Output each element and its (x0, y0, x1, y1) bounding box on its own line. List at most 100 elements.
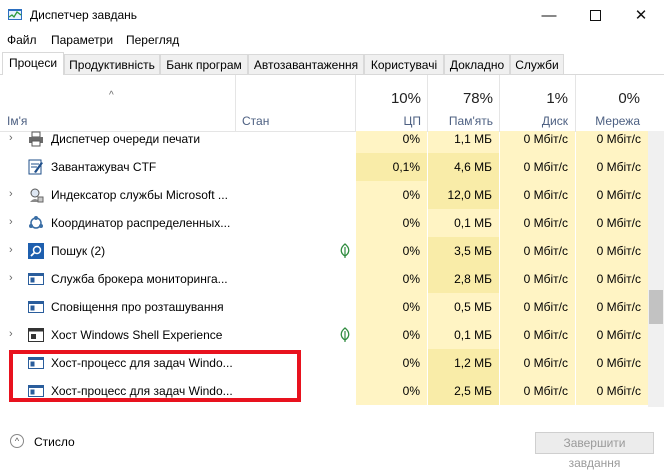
cpu-cell: 0% (356, 293, 427, 321)
cpu-total-value: 10% (390, 90, 421, 107)
disk-total-value: 1% (546, 90, 568, 107)
title-bar: Диспетчер завдань — ✕ (0, 0, 664, 30)
minimize-icon: — (541, 6, 557, 24)
scrollbar-thumb[interactable] (649, 290, 663, 324)
task-manager-icon (8, 9, 22, 20)
column-memory-header[interactable]: Пам'ять (428, 114, 493, 128)
sort-arrow-icon[interactable]: ^ (109, 90, 114, 101)
table-row[interactable]: › Хост Windows Shell Experience 0% 0,1 М… (0, 321, 648, 349)
memory-cell: 0,5 МБ (428, 293, 499, 321)
menu-view[interactable]: Перегляд (126, 33, 179, 47)
ctf-loader-icon (28, 159, 43, 175)
column-disk-header[interactable]: Диск (500, 114, 568, 128)
tab-app-history[interactable]: Банк програм (160, 54, 248, 74)
memory-cell: 0,1 МБ (428, 209, 499, 237)
maximize-icon (589, 9, 601, 21)
maximize-button[interactable] (572, 0, 618, 30)
close-icon: ✕ (634, 7, 648, 24)
cpu-cell: 0% (356, 377, 427, 405)
table-row[interactable]: › Пошук (2) 0% 3,5 МБ 0 Мбіт/с 0 Мбіт/с (0, 237, 648, 265)
cpu-cell: 0% (356, 237, 427, 265)
disk-cell: 0 Мбіт/с (500, 265, 575, 293)
tab-users[interactable]: Користувачі (364, 54, 444, 74)
expand-chevron-icon[interactable]: › (9, 328, 13, 340)
network-cell: 0 Мбіт/с (576, 321, 648, 349)
column-cpu-header[interactable]: ЦП (356, 114, 421, 128)
footer: ^ Стисло Завершити завдання (0, 425, 664, 470)
expand-chevron-icon[interactable]: › (9, 244, 13, 256)
memory-cell: 1,1 МБ (428, 131, 499, 153)
memory-total-value: 78% (462, 90, 493, 107)
table-row[interactable]: Сповіщення про розташування 0% 0,5 МБ 0 … (0, 293, 648, 321)
expand-chevron-icon[interactable]: › (9, 216, 13, 228)
disk-cell: 0 Мбіт/с (500, 237, 575, 265)
cpu-cell: 0% (356, 131, 427, 153)
column-network-header[interactable]: Мережа (576, 114, 640, 128)
less-details-link[interactable]: Стисло (34, 435, 75, 449)
network-cell: 0 Мбіт/с (576, 181, 648, 209)
cpu-cell: 0% (356, 349, 427, 377)
chevron-up-icon[interactable]: ^ (10, 434, 24, 448)
window-title: Диспетчер завдань (30, 8, 138, 22)
process-name: Сповіщення про розташування (51, 300, 224, 314)
highlight-annotation (9, 350, 301, 402)
shell-window-icon (28, 328, 44, 342)
tab-startup[interactable]: Автозавантаження (248, 54, 364, 74)
network-cell: 0 Мбіт/с (576, 153, 648, 181)
table-row[interactable]: › Координатор распределенных... 0% 0,1 М… (0, 209, 648, 237)
disk-cell: 0 Мбіт/с (500, 131, 575, 153)
disk-cell: 0 Мбіт/с (500, 377, 575, 405)
vertical-scrollbar[interactable] (648, 131, 664, 407)
cpu-cell: 0,1% (356, 153, 427, 181)
minimize-button[interactable]: — (526, 0, 572, 30)
disk-cell: 0 Мбіт/с (500, 153, 575, 181)
close-button[interactable]: ✕ (618, 0, 664, 30)
suspended-leaf-icon (340, 327, 350, 342)
process-name: Хост Windows Shell Experience (51, 328, 223, 342)
network-cell: 0 Мбіт/с (576, 209, 648, 237)
disk-cell: 0 Мбіт/с (500, 321, 575, 349)
process-name: Координатор распределенных... (51, 216, 231, 230)
cpu-cell: 0% (356, 181, 427, 209)
cpu-cell: 0% (356, 265, 427, 293)
expand-chevron-icon[interactable]: › (9, 272, 13, 284)
process-name: Индексатор службы Microsoft ... (51, 188, 228, 202)
memory-cell: 4,6 МБ (428, 153, 499, 181)
memory-cell: 0,1 МБ (428, 321, 499, 349)
table-row[interactable]: › Диспетчер очереди печати 0% 1,1 МБ 0 М… (0, 131, 648, 153)
suspended-leaf-icon (340, 243, 350, 258)
table-row[interactable]: › Индексатор службы Microsoft ... 0% 12,… (0, 181, 648, 209)
coordinator-icon (29, 216, 43, 229)
memory-cell: 2,5 МБ (428, 377, 499, 405)
process-name: Диспетчер очереди печати (51, 132, 201, 146)
network-cell: 0 Мбіт/с (576, 265, 648, 293)
network-cell: 0 Мбіт/с (576, 377, 648, 405)
end-task-button[interactable]: Завершити завдання (535, 432, 654, 470)
expand-chevron-icon[interactable]: › (9, 188, 13, 200)
disk-cell: 0 Мбіт/с (500, 209, 575, 237)
disk-cell: 0 Мбіт/с (500, 349, 575, 377)
memory-cell: 12,0 МБ (428, 181, 499, 209)
disk-cell: 0 Мбіт/с (500, 181, 575, 209)
tab-performance[interactable]: Продуктивність (64, 54, 160, 74)
tab-details[interactable]: Докладно (444, 54, 510, 74)
table-row[interactable]: Завантажувач CTF 0,1% 4,6 МБ 0 Мбіт/с 0 … (0, 153, 648, 181)
table-row[interactable]: › Служба брокера мониторинга... 0% 2,8 М… (0, 265, 648, 293)
search-icon (28, 243, 44, 259)
menu-options[interactable]: Параметри (51, 33, 113, 47)
process-name: Служба брокера мониторинга... (51, 272, 228, 286)
column-divider[interactable] (235, 75, 236, 131)
memory-cell: 2,8 МБ (428, 265, 499, 293)
column-status-header[interactable]: Стан (242, 114, 269, 128)
memory-cell: 3,5 МБ (428, 237, 499, 265)
search-indexer-icon (30, 188, 44, 203)
memory-cell: 1,2 МБ (428, 349, 499, 377)
tab-processes[interactable]: Процеси (2, 52, 64, 75)
window-service-icon (28, 301, 44, 313)
printer-icon (29, 131, 43, 147)
expand-chevron-icon[interactable]: › (9, 132, 13, 144)
column-name-header[interactable]: Ім'я (7, 114, 27, 128)
tab-services[interactable]: Служби (510, 54, 564, 74)
menu-file[interactable]: Файл (7, 33, 37, 47)
menu-bar: Файл Параметри Перегляд (0, 30, 664, 50)
